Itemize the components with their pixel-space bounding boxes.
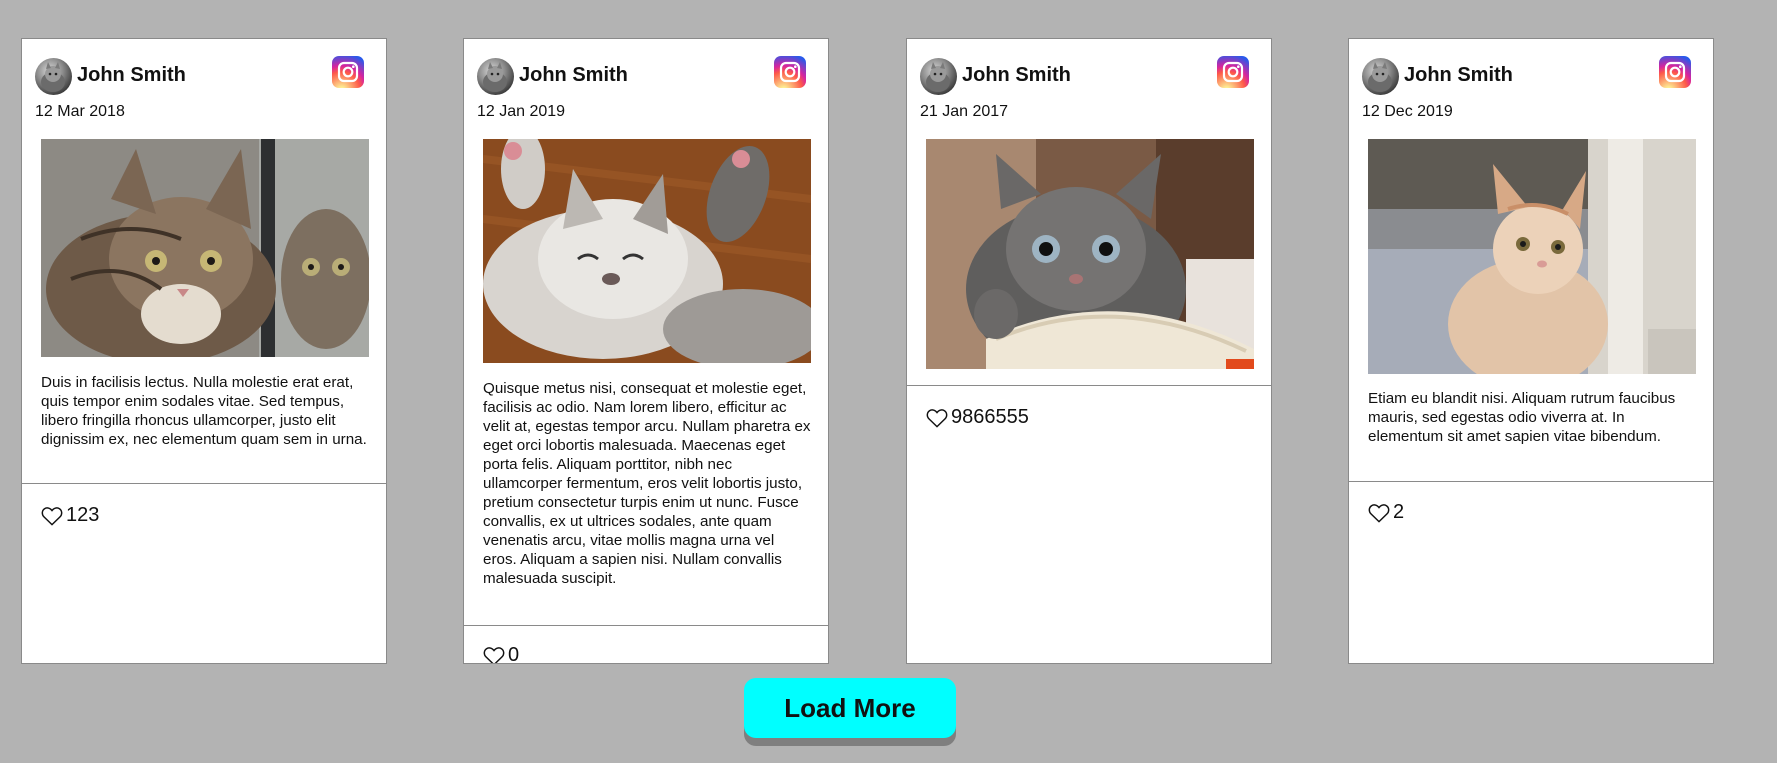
like-count: 9866555 — [951, 406, 1029, 428]
avatar-icon[interactable] — [477, 58, 514, 95]
instagram-icon[interactable] — [1217, 56, 1249, 88]
user-name[interactable]: John Smith — [77, 65, 186, 85]
like-counter[interactable]: 0 — [483, 644, 520, 665]
post-card: John Smith 12 Jan 2019 Quisque metus nis… — [463, 38, 829, 664]
heart-icon[interactable] — [483, 646, 505, 665]
card-header: John Smith — [35, 56, 373, 96]
instagram-icon[interactable] — [774, 56, 806, 88]
card-divider — [1349, 481, 1713, 482]
post-date: 21 Jan 2017 — [920, 103, 1009, 120]
card-divider — [907, 385, 1271, 386]
heart-icon[interactable] — [1368, 503, 1390, 523]
like-count: 123 — [66, 504, 100, 526]
card-header: John Smith — [920, 56, 1258, 96]
user-name[interactable]: John Smith — [962, 65, 1071, 85]
post-card: John Smith 12 Mar 2018 Duis in facilisis… — [21, 38, 387, 664]
post-caption: Etiam eu blandit nisi. Aliquam rutrum fa… — [1368, 390, 1676, 445]
post-caption: Duis in facilisis lectus. Nulla molestie… — [41, 374, 367, 448]
user-name[interactable]: John Smith — [519, 65, 628, 85]
instagram-icon[interactable] — [1659, 56, 1691, 88]
like-count: 0 — [508, 644, 520, 664]
like-counter[interactable]: 2 — [1368, 501, 1404, 524]
load-more-button[interactable]: Load More — [744, 678, 956, 738]
post-caption: Quisque metus nisi, consequat et molesti… — [483, 380, 811, 587]
heart-icon[interactable] — [926, 408, 948, 428]
post-date: 12 Mar 2018 — [35, 103, 125, 120]
avatar-icon[interactable] — [35, 58, 72, 95]
like-counter[interactable]: 123 — [41, 504, 99, 527]
post-photo[interactable] — [41, 139, 369, 357]
card-divider — [22, 483, 386, 484]
avatar-icon[interactable] — [920, 58, 957, 95]
heart-icon[interactable] — [41, 506, 63, 526]
user-name[interactable]: John Smith — [1404, 65, 1513, 85]
post-card: John Smith 21 Jan 2017 9866555 — [906, 38, 1272, 664]
post-photo[interactable] — [926, 139, 1254, 369]
post-photo[interactable] — [1368, 139, 1696, 374]
card-divider — [464, 625, 828, 626]
post-date: 12 Dec 2019 — [1362, 103, 1453, 120]
post-date: 12 Jan 2019 — [477, 103, 566, 120]
post-photo[interactable] — [483, 139, 811, 363]
like-count: 2 — [1393, 501, 1405, 523]
card-header: John Smith — [477, 56, 815, 96]
like-counter[interactable]: 9866555 — [926, 406, 1029, 429]
post-card: John Smith 12 Dec 2019 Etiam eu blandit … — [1348, 38, 1714, 664]
avatar-icon[interactable] — [1362, 58, 1399, 95]
instagram-icon[interactable] — [332, 56, 364, 88]
card-header: John Smith — [1362, 56, 1700, 96]
